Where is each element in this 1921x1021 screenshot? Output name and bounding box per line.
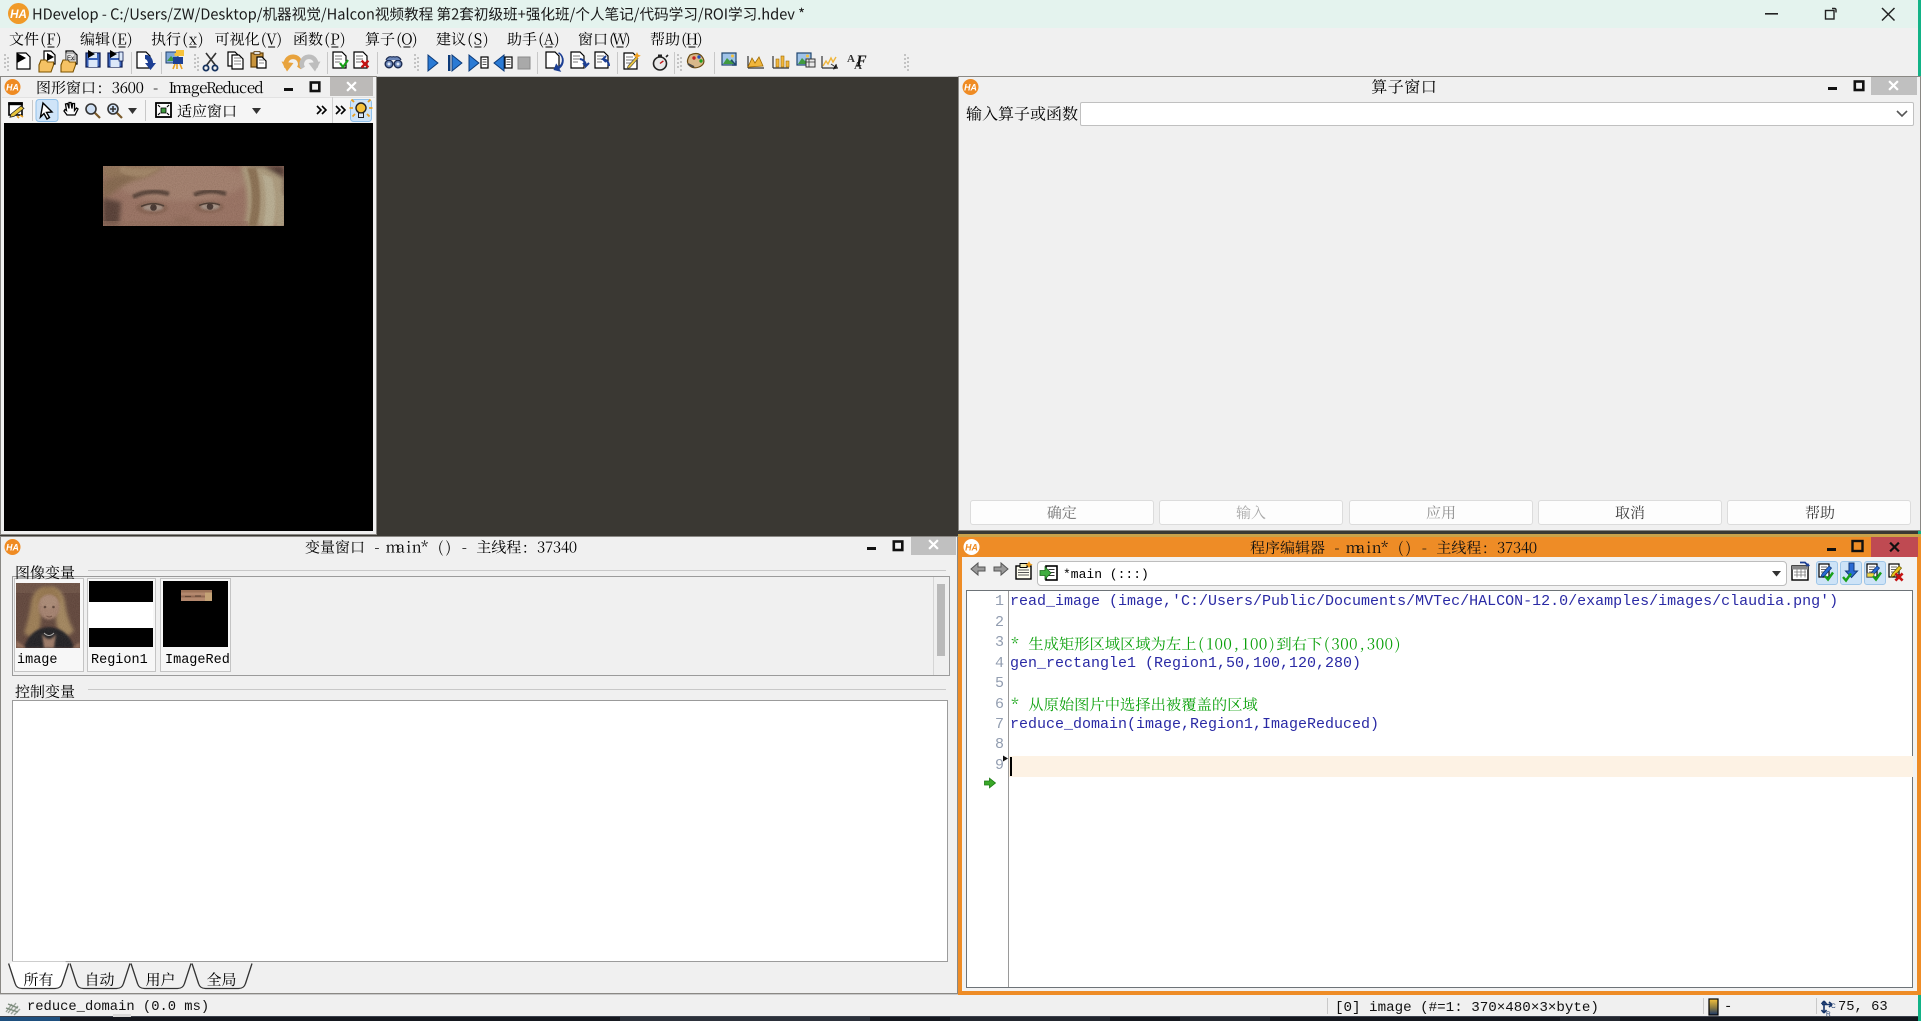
svg-text:HA: HA bbox=[6, 82, 19, 92]
svg-text:HA: HA bbox=[10, 8, 27, 21]
svg-text:HA: HA bbox=[965, 542, 978, 552]
svg-text:R: R bbox=[1826, 1011, 1831, 1018]
svg-text:Fx: Fx bbox=[67, 55, 75, 62]
svg-text:C: C bbox=[1831, 1003, 1836, 1010]
svg-text:HA: HA bbox=[964, 82, 977, 92]
svg-text:HA: HA bbox=[6, 542, 19, 552]
svg-text:F: F bbox=[855, 53, 867, 70]
